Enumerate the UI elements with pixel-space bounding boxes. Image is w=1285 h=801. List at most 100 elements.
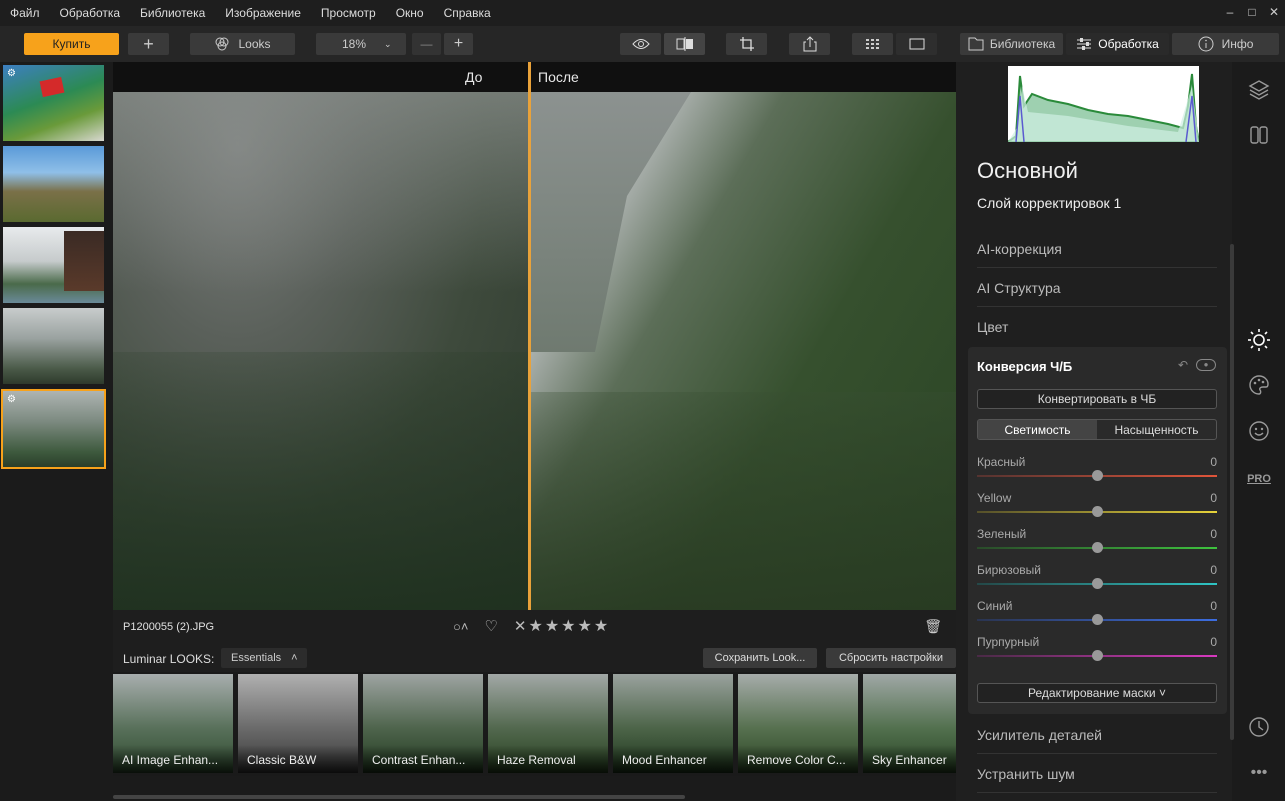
thumbnail-5-selected[interactable]: ⚙ <box>1 389 106 469</box>
share-button[interactable] <box>789 33 830 55</box>
heart-icon[interactable]: ♡ <box>484 617 497 635</box>
more-options-icon[interactable]: ••• <box>1246 760 1272 786</box>
menu-image[interactable]: Изображение <box>225 6 301 20</box>
slider-knob[interactable] <box>1092 614 1103 625</box>
thumbnail-1[interactable]: ⚙ <box>3 65 104 141</box>
convert-bw-button[interactable]: Конвертировать в ЧБ <box>977 389 1217 409</box>
slider-aqua[interactable]: Бирюзовый 0 <box>977 563 1217 599</box>
thumbnail-3[interactable] <box>3 227 104 303</box>
maximize-button[interactable]: □ <box>1241 0 1263 24</box>
before-label: До <box>465 69 483 85</box>
after-image <box>531 92 956 610</box>
seg-saturation[interactable]: Насыщенность <box>1097 420 1216 439</box>
look-tile-4[interactable]: Haze Removal <box>488 674 608 773</box>
star-icon-5[interactable]: ★ <box>594 616 608 636</box>
menu-edit[interactable]: Обработка <box>60 6 121 20</box>
save-look-button[interactable]: Сохранить Look... <box>703 648 817 668</box>
pro-tools-icon[interactable]: PRO <box>1246 466 1272 492</box>
slider-knob[interactable] <box>1092 470 1103 481</box>
visibility-toggle-icon[interactable]: ● <box>1196 359 1216 371</box>
menu-view[interactable]: Просмотр <box>321 6 376 20</box>
slider-knob[interactable] <box>1092 542 1103 553</box>
history-clock-icon[interactable] <box>1246 714 1272 740</box>
star-icon-1[interactable]: ★ <box>528 616 542 636</box>
reject-icon[interactable]: ✕ <box>514 617 527 635</box>
slider-knob[interactable] <box>1092 578 1103 589</box>
layer-name[interactable]: Слой корректировок 1 <box>977 195 1121 211</box>
crop-icon <box>739 37 754 51</box>
sun-essentials-icon[interactable] <box>1246 327 1272 353</box>
looks-scrollbar[interactable] <box>113 795 685 799</box>
slider-knob[interactable] <box>1092 650 1103 661</box>
look-tile-7[interactable]: Sky Enhancer <box>863 674 956 773</box>
section-ai-structure[interactable]: AI Структура <box>977 269 1217 307</box>
mask-edit-button[interactable]: Редактирование маски ˅ <box>977 683 1217 703</box>
look-tile-2[interactable]: Classic B&W <box>238 674 358 773</box>
look-tile-5[interactable]: Mood Enhancer <box>613 674 733 773</box>
star-icon-2[interactable]: ★ <box>545 616 559 636</box>
zoom-out-button[interactable]: — <box>412 33 441 55</box>
slider-green[interactable]: Зеленый 0 <box>977 527 1217 563</box>
section-color[interactable]: Цвет <box>977 308 1217 346</box>
thumbnail-4[interactable] <box>3 308 104 384</box>
thumbnail-2[interactable] <box>3 146 104 222</box>
slider-knob[interactable] <box>1092 506 1103 517</box>
layers-icon[interactable] <box>1246 76 1272 102</box>
info-icon <box>1198 36 1214 52</box>
close-button[interactable]: ✕ <box>1263 0 1285 24</box>
slider-blue[interactable]: Синий 0 <box>977 599 1217 635</box>
seg-luminance[interactable]: Светимость <box>978 420 1097 439</box>
tab-info[interactable]: Инфо <box>1172 33 1279 55</box>
buy-button[interactable]: Купить <box>24 33 119 55</box>
menu-window[interactable]: Окно <box>396 6 424 20</box>
foliage-layer <box>113 352 529 610</box>
face-portrait-icon[interactable] <box>1246 418 1272 444</box>
looks-button[interactable]: Looks <box>190 33 295 55</box>
undo-icon[interactable]: ↶ <box>1178 358 1188 372</box>
reset-settings-button[interactable]: Сбросить настройки <box>826 648 956 668</box>
menu-file[interactable]: Файл <box>10 6 40 20</box>
preview-button[interactable] <box>620 33 661 55</box>
split-view-icon <box>676 37 693 51</box>
trash-icon[interactable]: 🗑 <box>924 618 942 635</box>
compare-button[interactable] <box>664 33 705 55</box>
look-tile-6[interactable]: Remove Color C... <box>738 674 858 773</box>
section-detail-enhancer[interactable]: Усилитель деталей <box>977 716 1217 754</box>
tab-library[interactable]: Библиотека <box>960 33 1063 55</box>
star-icon-4[interactable]: ★ <box>578 616 592 636</box>
tab-edit[interactable]: Обработка <box>1066 33 1169 55</box>
look-tile-label: AI Image Enhan... <box>113 745 233 773</box>
add-image-button[interactable]: + <box>128 33 169 55</box>
looks-bar: Luminar LOOKS: Essentials ˄ Сохранить Lo… <box>113 644 956 672</box>
share-icon <box>803 36 816 52</box>
menu-library[interactable]: Библиотека <box>140 6 205 20</box>
look-tile-1[interactable]: AI Image Enhan... <box>113 674 233 773</box>
slider-label: Зеленый <box>977 527 1027 541</box>
look-tile-3[interactable]: Contrast Enhan... <box>363 674 483 773</box>
looks-collection-select[interactable]: Essentials ˄ <box>221 648 307 668</box>
section-ai-enhance[interactable]: AI-коррекция <box>977 230 1217 268</box>
rating-controls: ○˄ ♡ ✕ ★ ★ ★ ★ ★ <box>453 616 608 636</box>
minimize-button[interactable]: – <box>1219 0 1241 24</box>
menu-help[interactable]: Справка <box>444 6 491 20</box>
color-label-icon[interactable]: ○˄ <box>453 619 468 634</box>
zoom-select[interactable]: 18% ⌄ <box>316 33 406 55</box>
compare-divider-handle[interactable] <box>528 62 531 610</box>
section-denoise[interactable]: Устранить шум <box>977 755 1217 793</box>
single-view-button[interactable] <box>896 33 937 55</box>
tab-library-label: Библиотека <box>989 37 1056 51</box>
grid-view-button[interactable] <box>852 33 893 55</box>
crop-button[interactable] <box>726 33 767 55</box>
slider-yellow[interactable]: Yellow 0 <box>977 491 1217 527</box>
slider-red[interactable]: Красный 0 <box>977 455 1217 491</box>
looks-collection-value: Essentials <box>231 652 282 664</box>
grid-icon <box>865 39 879 49</box>
slider-purple[interactable]: Пурпурный 0 <box>977 635 1217 671</box>
star-icon-3[interactable]: ★ <box>561 616 575 636</box>
palette-creative-icon[interactable] <box>1246 372 1272 398</box>
image-canvas[interactable]: До После <box>113 62 956 610</box>
canvas-tools-icon[interactable] <box>1246 122 1272 148</box>
zoom-in-button[interactable]: + <box>444 33 473 55</box>
image-info-bar: P1200055 (2).JPG ○˄ ♡ ✕ ★ ★ ★ ★ ★ 🗑 <box>113 610 956 644</box>
look-tile-label: Remove Color C... <box>738 745 858 773</box>
